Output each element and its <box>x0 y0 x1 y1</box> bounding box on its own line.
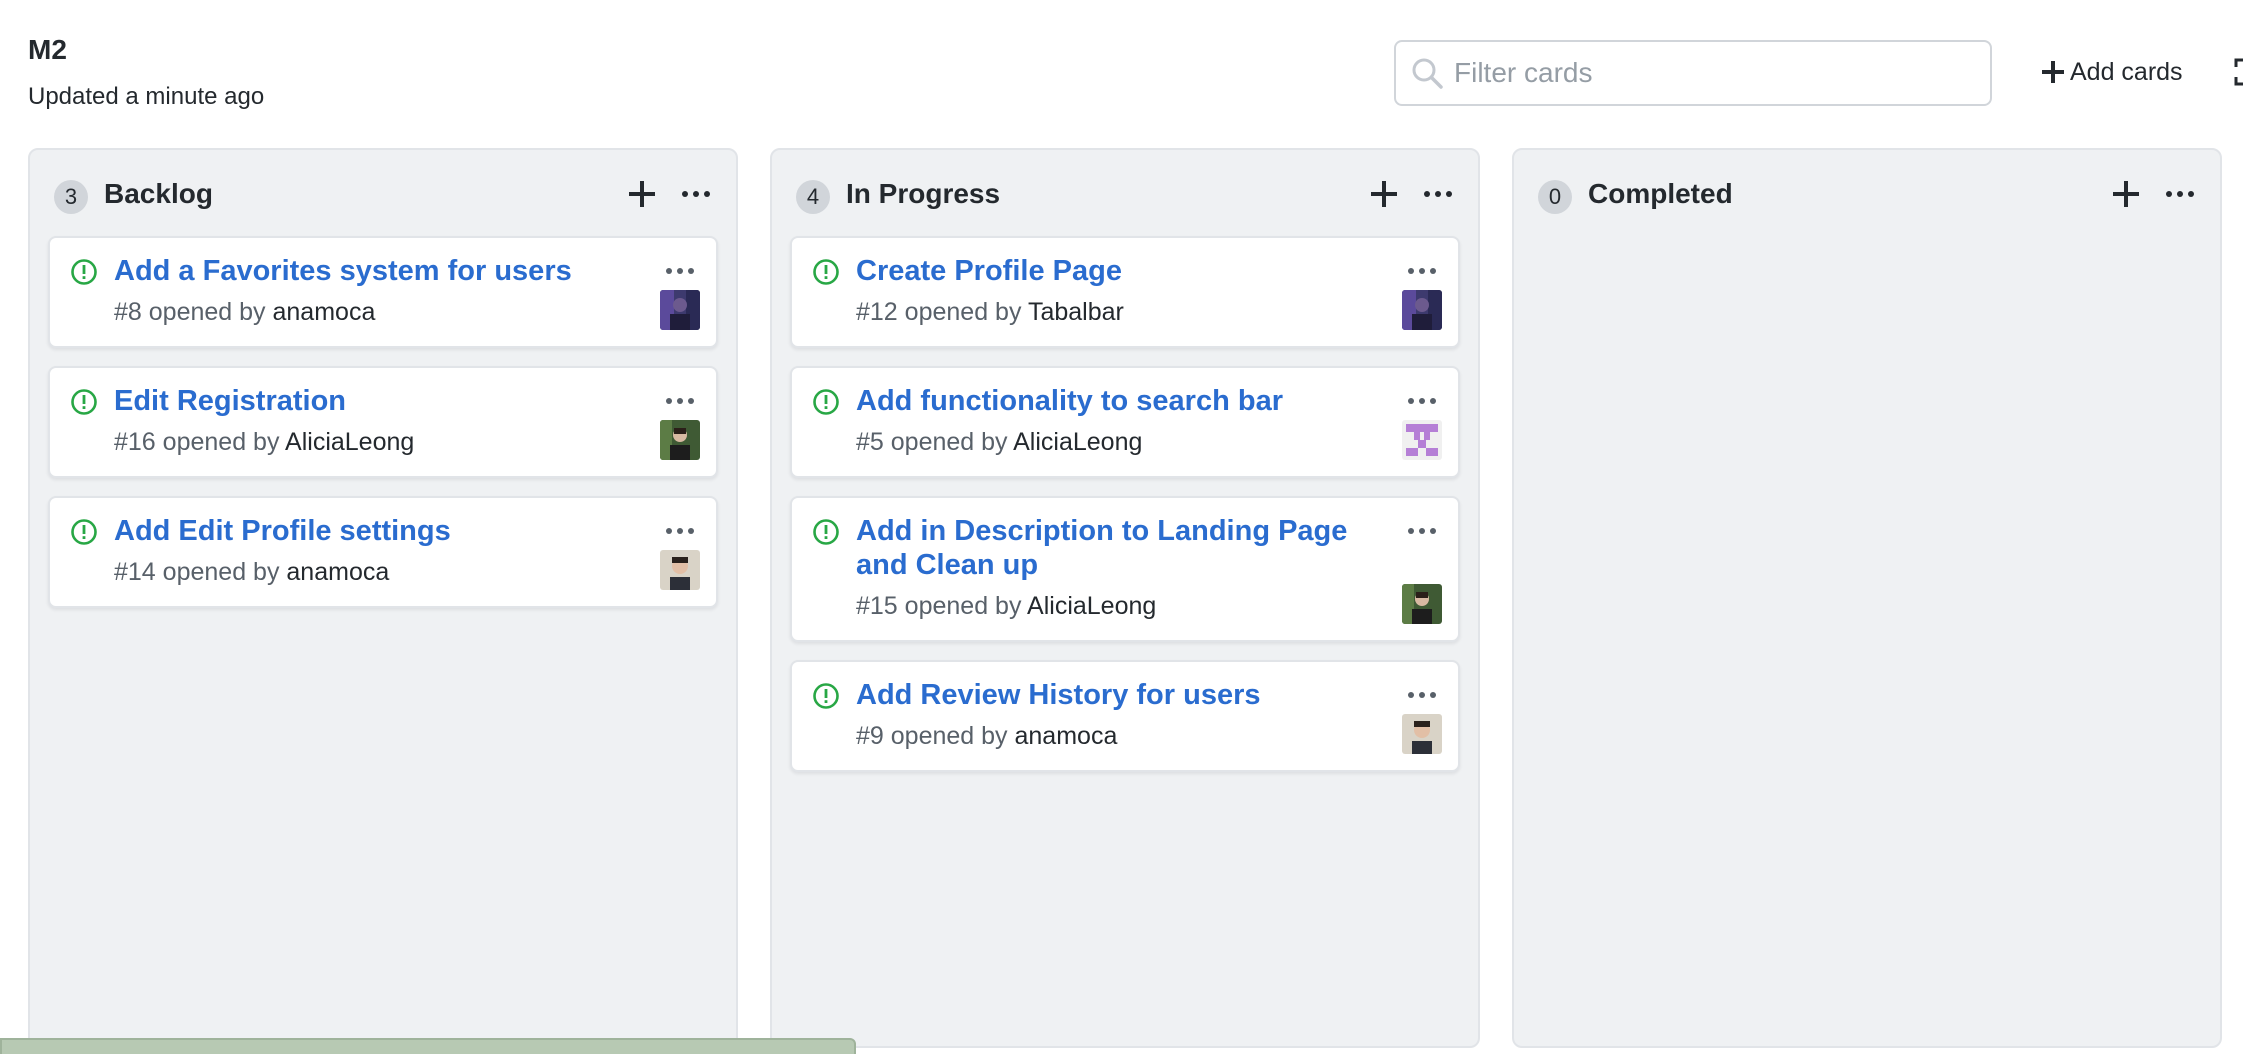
issue-author-link[interactable]: anamoca <box>1015 722 1118 750</box>
issue-card[interactable]: Edit Registration #16 opened by AliciaLe… <box>48 366 718 478</box>
issue-author-link[interactable]: anamoca <box>286 558 389 586</box>
identicon-avatar[interactable] <box>1402 420 1442 460</box>
issue-title-link[interactable]: Add Review History for users <box>856 678 1376 712</box>
column-completed: 0 Completed <box>1512 148 2222 1048</box>
open-issue-icon <box>71 259 97 285</box>
issue-meta: #15 opened by AliciaLeong <box>856 592 1156 621</box>
issue-author-link[interactable]: AliciaLeong <box>285 428 414 456</box>
issue-title-link[interactable]: Add a Favorites system for users <box>114 254 634 288</box>
link-status-bar <box>0 1038 856 1054</box>
open-issue-icon <box>813 683 839 709</box>
avatar[interactable] <box>1402 714 1442 754</box>
filter-cards-box[interactable] <box>1394 40 1992 106</box>
column-menu-icon[interactable] <box>2164 180 2196 208</box>
filter-cards-input[interactable] <box>1454 57 1974 89</box>
issue-author-link[interactable]: Tabalbar <box>1028 298 1124 326</box>
issue-number: #12 <box>856 298 898 326</box>
opened-by-text: opened by <box>162 558 280 586</box>
add-card-plus-icon[interactable] <box>626 178 658 210</box>
issue-number: #15 <box>856 592 898 620</box>
issue-meta: #16 opened by AliciaLeong <box>114 428 414 457</box>
issue-meta: #14 opened by anamoca <box>114 558 389 587</box>
issue-title-link[interactable]: Edit Registration <box>114 384 634 418</box>
issue-meta: #8 opened by anamoca <box>114 298 375 327</box>
avatar[interactable] <box>1402 584 1442 624</box>
opened-by-text: opened by <box>890 428 1008 456</box>
issue-title-link[interactable]: Add functionality to search bar <box>856 384 1376 418</box>
issue-number: #16 <box>114 428 156 456</box>
issue-number: #8 <box>114 298 142 326</box>
issue-number: #5 <box>856 428 884 456</box>
column-header: 0 Completed <box>1514 150 2220 236</box>
issue-title-link[interactable]: Add in Description to Landing Page and C… <box>856 514 1356 582</box>
column-name: Backlog <box>104 178 213 209</box>
page-title: M2 <box>28 34 67 65</box>
issue-card[interactable]: Add Review History for users #9 opened b… <box>790 660 1460 772</box>
card-menu-icon[interactable] <box>1406 264 1438 278</box>
issue-number: #9 <box>856 722 884 750</box>
avatar[interactable] <box>1402 290 1442 330</box>
add-cards-button[interactable]: Add cards <box>2040 52 2183 92</box>
column-header: 3 Backlog <box>30 150 736 236</box>
open-issue-icon <box>71 389 97 415</box>
opened-by-text: opened by <box>904 592 1022 620</box>
avatar[interactable] <box>660 550 700 590</box>
issue-card[interactable]: Add a Favorites system for users #8 open… <box>48 236 718 348</box>
column-name: In Progress <box>846 178 1001 209</box>
avatar[interactable] <box>660 290 700 330</box>
column-card-count: 0 <box>1538 180 1572 214</box>
column-card-count: 3 <box>54 180 88 214</box>
issue-card[interactable]: Add Edit Profile settings #14 opened by … <box>48 496 718 608</box>
card-menu-icon[interactable] <box>664 524 696 538</box>
project-board: M2 Updated a minute ago Add cards 3 Back… <box>0 0 2248 1054</box>
card-menu-icon[interactable] <box>1406 524 1438 538</box>
issue-title-link[interactable]: Create Profile Page <box>856 254 1376 288</box>
issue-card[interactable]: Add in Description to Landing Page and C… <box>790 496 1460 642</box>
column-menu-icon[interactable] <box>680 180 712 208</box>
open-issue-icon <box>71 519 97 545</box>
opened-by-text: opened by <box>162 428 280 456</box>
opened-by-text: opened by <box>904 298 1022 326</box>
open-issue-icon <box>813 519 839 545</box>
avatar[interactable] <box>660 420 700 460</box>
column-name: Completed <box>1588 178 1733 209</box>
column-menu-icon[interactable] <box>1422 180 1454 208</box>
column-in-progress: 4 In Progress Create Profile Page #12 op… <box>770 148 1480 1048</box>
card-menu-icon[interactable] <box>664 264 696 278</box>
column-header: 4 In Progress <box>772 150 1478 236</box>
issue-meta: #5 opened by AliciaLeong <box>856 428 1142 457</box>
issue-card[interactable]: Create Profile Page #12 opened by Tabalb… <box>790 236 1460 348</box>
plus-icon <box>2042 61 2064 83</box>
updated-timestamp: Updated a minute ago <box>28 83 265 110</box>
column-card-count: 4 <box>796 180 830 214</box>
fullscreen-icon[interactable] <box>2234 58 2248 86</box>
add-card-plus-icon[interactable] <box>1368 178 1400 210</box>
column-backlog: 3 Backlog Add a Favorites system for use… <box>28 148 738 1048</box>
card-menu-icon[interactable] <box>1406 688 1438 702</box>
opened-by-text: opened by <box>148 298 266 326</box>
open-issue-icon <box>813 389 839 415</box>
issue-title-link[interactable]: Add Edit Profile settings <box>114 514 634 548</box>
opened-by-text: opened by <box>890 722 1008 750</box>
issue-card[interactable]: Add functionality to search bar #5 opene… <box>790 366 1460 478</box>
issue-author-link[interactable]: anamoca <box>273 298 376 326</box>
add-card-plus-icon[interactable] <box>2110 178 2142 210</box>
card-menu-icon[interactable] <box>1406 394 1438 408</box>
issue-author-link[interactable]: AliciaLeong <box>1013 428 1142 456</box>
issue-meta: #12 opened by Tabalbar <box>856 298 1124 327</box>
issue-number: #14 <box>114 558 156 586</box>
add-cards-label: Add cards <box>2070 57 2183 86</box>
issue-meta: #9 opened by anamoca <box>856 722 1117 751</box>
open-issue-icon <box>813 259 839 285</box>
search-icon <box>1412 58 1443 89</box>
card-menu-icon[interactable] <box>664 394 696 408</box>
issue-author-link[interactable]: AliciaLeong <box>1027 592 1156 620</box>
